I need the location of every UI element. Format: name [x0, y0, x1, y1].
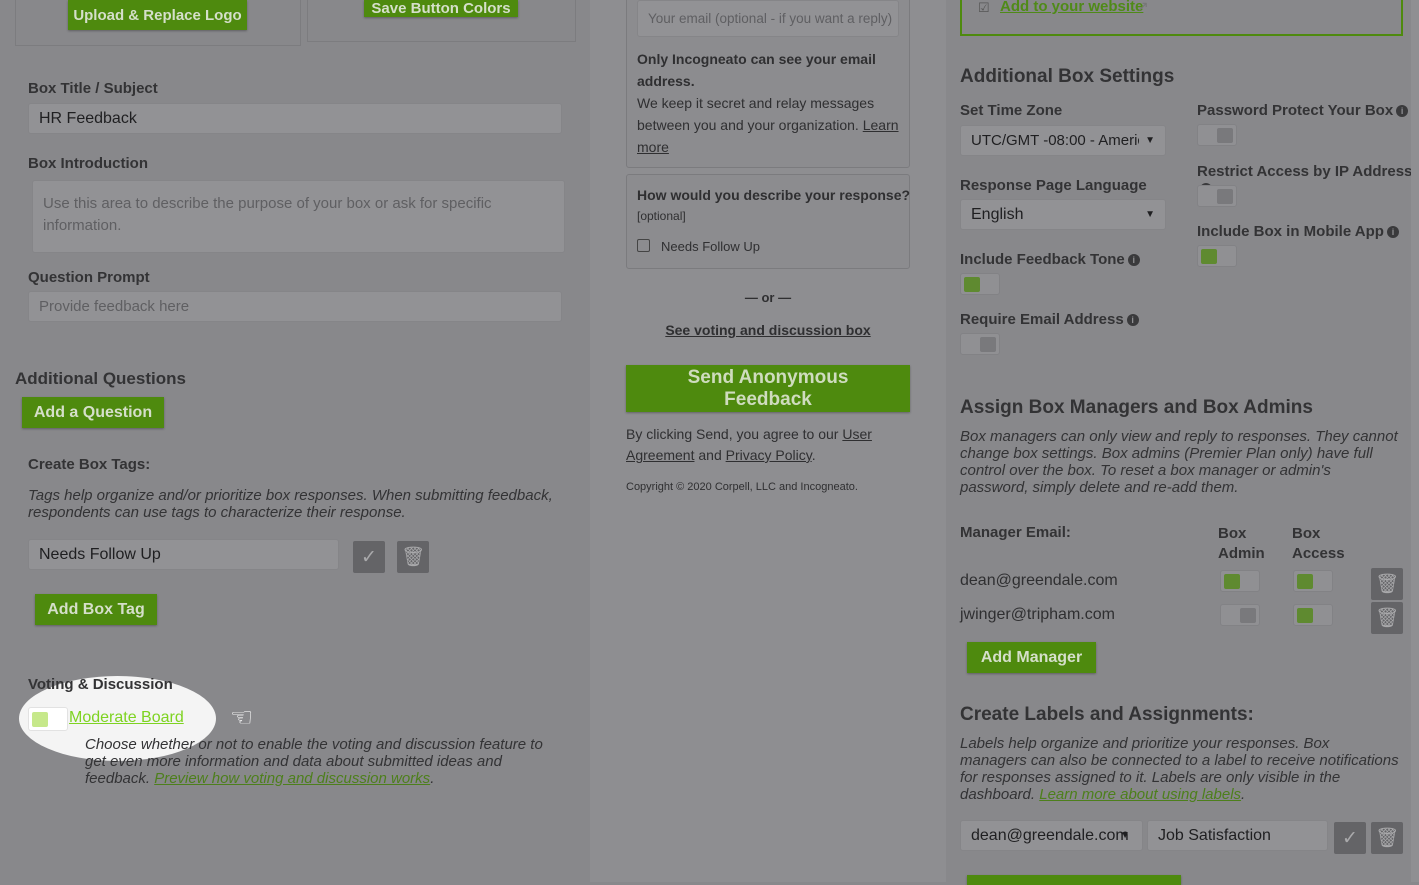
- add-question-button[interactable]: Add a Question: [22, 397, 164, 428]
- info-icon[interactable]: i: [1127, 254, 1140, 266]
- voting-help: Choose whether or not to enable the voti…: [85, 736, 543, 787]
- question-prompt-label: Question Prompt: [28, 269, 150, 286]
- managers-help: Box managers can only view and reply to …: [960, 428, 1398, 496]
- password-label: Password Protect Your Box i: [1197, 102, 1409, 119]
- toggle-knob: [32, 712, 48, 727]
- col-manager-email: Manager Email:: [960, 524, 1071, 541]
- manager-email: dean@greendale.com: [960, 572, 1118, 589]
- language-select[interactable]: English ▼: [960, 199, 1166, 230]
- box-tags-help: Tags help organize and/or prioritize box…: [28, 487, 553, 521]
- add-manager-button[interactable]: Add Manager: [967, 642, 1096, 673]
- preview-voting-link[interactable]: Preview how voting and discussion works: [154, 770, 430, 787]
- feedback-tone-toggle[interactable]: [960, 273, 1000, 295]
- mobile-app-label: Include Box in Mobile App i: [1197, 223, 1399, 240]
- confirm-tag-button[interactable]: ✓: [353, 541, 385, 573]
- password-toggle[interactable]: [1197, 124, 1237, 146]
- col-box-access: Box Access: [1292, 525, 1345, 562]
- chevron-down-icon: ▼: [1120, 830, 1130, 841]
- confirm-label-button[interactable]: ✓: [1334, 822, 1366, 854]
- delete-manager-button[interactable]: 🗑: [1371, 568, 1403, 600]
- box-title-label: Box Title / Subject: [28, 80, 158, 97]
- timezone-label: Set Time Zone: [960, 102, 1063, 119]
- moderate-board-toggle[interactable]: [28, 707, 68, 731]
- label-manager-select[interactable]: dean@greendale.com ▼: [960, 820, 1143, 851]
- agreement-note: By clicking Send, you agree to our User …: [626, 426, 872, 463]
- trash-icon: 🗑: [1374, 828, 1400, 849]
- trash-icon: 🗑: [1374, 574, 1400, 595]
- labels-help: Labels help organize and prioritize your…: [960, 735, 1399, 803]
- tag-input[interactable]: Needs Follow Up: [28, 539, 339, 570]
- moderate-board-link[interactable]: Moderate Board: [69, 709, 184, 727]
- labels-heading: Create Labels and Assignments:: [960, 704, 1254, 725]
- box-title-input[interactable]: HR Feedback: [28, 103, 562, 134]
- box-admin-toggle[interactable]: [1220, 570, 1260, 592]
- info-icon[interactable]: i: [1396, 105, 1409, 117]
- privacy-note: Only Incogneato can see your email addre…: [637, 51, 899, 155]
- reply-email-input[interactable]: Your email (optional - if you want a rep…: [637, 0, 899, 37]
- feedback-tone-label: Include Feedback Tone i: [960, 251, 1140, 268]
- box-admin-toggle[interactable]: [1220, 604, 1260, 626]
- box-intro-label: Box Introduction: [28, 155, 148, 172]
- info-icon[interactable]: i: [1386, 226, 1399, 238]
- trash-icon: 🗑: [400, 547, 426, 568]
- box-access-toggle[interactable]: [1293, 570, 1333, 592]
- settings-heading: Additional Box Settings: [960, 66, 1175, 87]
- ip-restrict-toggle[interactable]: [1197, 185, 1237, 207]
- box-tags-label: Create Box Tags:: [28, 456, 151, 473]
- voting-discussion-label: Voting & Discussion: [28, 676, 173, 693]
- box-access-toggle[interactable]: [1293, 604, 1333, 626]
- box-intro-textarea[interactable]: Use this area to describe the purpose of…: [32, 180, 565, 253]
- send-feedback-button[interactable]: Send Anonymous Feedback: [626, 365, 910, 412]
- checkbox-icon: ☑: [978, 0, 990, 15]
- privacy-policy-link[interactable]: Privacy Policy: [726, 447, 812, 463]
- manager-row: jwinger@tripham.com 🗑: [960, 600, 1405, 634]
- describe-question: How would you describe your response?: [637, 187, 911, 203]
- managers-heading: Assign Box Managers and Box Admins: [960, 397, 1313, 418]
- needs-follow-up-label: Needs Follow Up: [661, 239, 760, 254]
- external-link-icon: ↗: [1137, 0, 1149, 14]
- additional-questions-heading: Additional Questions: [15, 369, 186, 388]
- chevron-down-icon: ▼: [1145, 209, 1155, 220]
- delete-label-button[interactable]: 🗑: [1371, 822, 1403, 854]
- manager-row: dean@greendale.com 🗑: [960, 566, 1405, 600]
- question-prompt-input[interactable]: Provide feedback here: [28, 291, 562, 322]
- labels-learn-more-link[interactable]: Learn more about using labels: [1039, 786, 1241, 803]
- label-name-input[interactable]: Job Satisfaction: [1147, 820, 1328, 851]
- needs-follow-up-checkbox[interactable]: [637, 239, 650, 252]
- col-box-admin: Box Admin: [1218, 525, 1265, 562]
- pointing-hand-icon: ☜: [230, 702, 254, 732]
- trash-icon: 🗑: [1374, 608, 1400, 629]
- add-box-tag-button[interactable]: Add Box Tag: [35, 594, 157, 625]
- voting-box-link[interactable]: See voting and discussion box: [626, 322, 910, 338]
- save-colors-button[interactable]: Save Button Colors: [364, 0, 518, 17]
- add-to-website-link[interactable]: Add to your website: [1000, 0, 1143, 15]
- language-label: Response Page Language: [960, 177, 1147, 194]
- delete-manager-button[interactable]: 🗑: [1371, 602, 1403, 634]
- delete-tag-button[interactable]: 🗑: [397, 541, 429, 573]
- optional-note: [optional]: [637, 209, 686, 223]
- copyright: Copyright © 2020 Corpell, LLC and Incogn…: [626, 481, 858, 493]
- require-email-label: Require Email Address i: [960, 311, 1139, 328]
- scrollbar[interactable]: [1411, 0, 1419, 882]
- mobile-app-toggle[interactable]: [1197, 245, 1237, 267]
- or-divider: — or —: [744, 290, 792, 305]
- require-email-toggle[interactable]: [960, 333, 1000, 355]
- info-icon[interactable]: i: [1126, 314, 1139, 326]
- upload-logo-button[interactable]: Upload & Replace Logo: [68, 0, 247, 30]
- manager-email: jwinger@tripham.com: [960, 606, 1115, 623]
- timezone-select[interactable]: UTC/GMT -08:00 - America/Los_Angeles▼: [960, 125, 1166, 156]
- chevron-down-icon: ▼: [1145, 135, 1155, 146]
- add-label-button[interactable]: [967, 875, 1181, 885]
